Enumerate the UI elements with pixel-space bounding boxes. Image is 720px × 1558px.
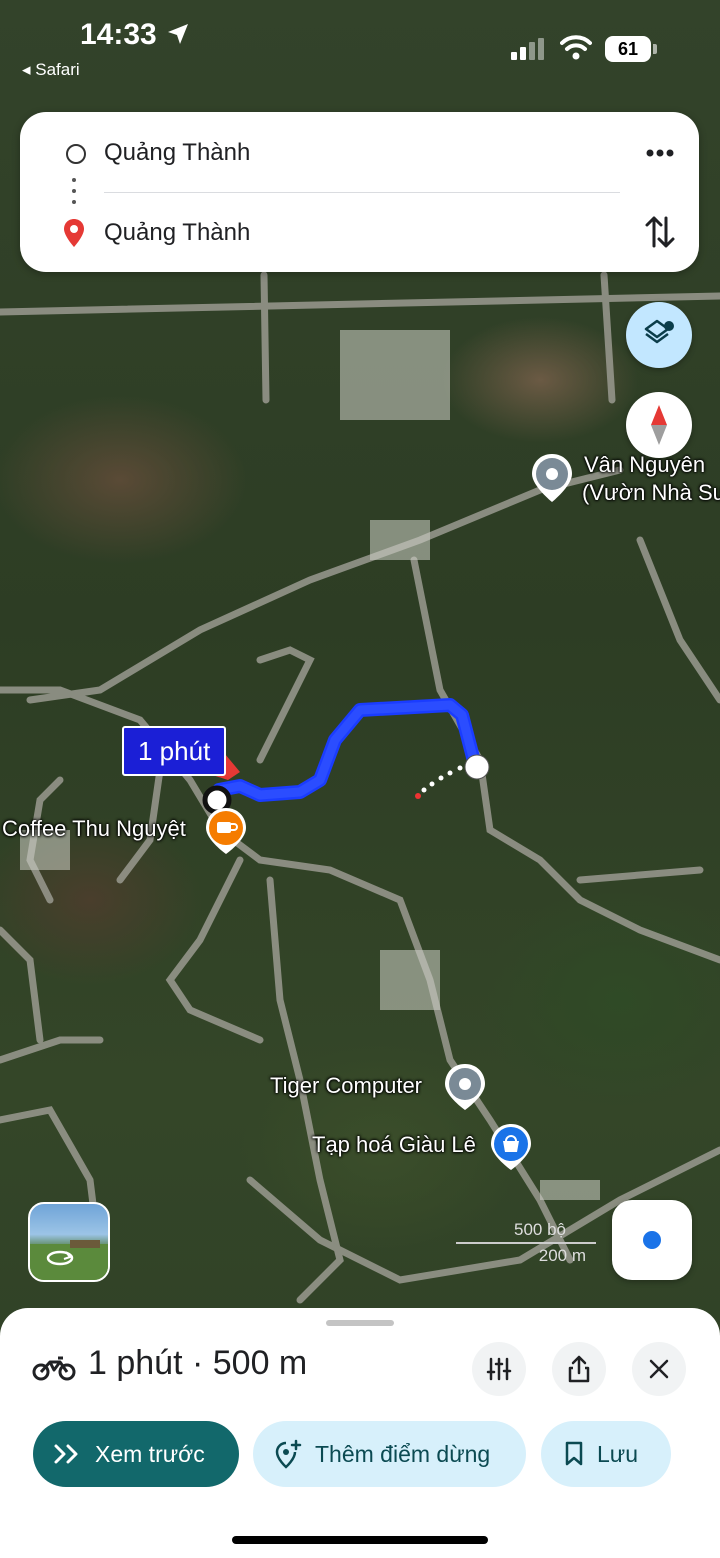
poi-tap-hoa-label: Tạp hoá Giàu Lê	[312, 1132, 476, 1157]
poi-van-nguyen-label-2: (Vườn Nhà Su	[582, 480, 720, 505]
scale-top-label: 500 bộ	[514, 1220, 566, 1239]
compass-icon	[651, 405, 667, 445]
close-icon	[649, 1359, 669, 1379]
preview-label: Xem trước	[95, 1440, 205, 1467]
add-stop-button[interactable]: Thêm điểm dừng	[253, 1421, 526, 1487]
layers-icon	[644, 319, 674, 344]
add-stop-label: Thêm điểm dừng	[315, 1440, 491, 1467]
battery-icon: 61	[605, 36, 651, 62]
eta-bubble[interactable]: 1 phút	[122, 726, 227, 776]
share-button[interactable]	[552, 1342, 606, 1396]
location-arrow-icon	[168, 24, 188, 44]
close-button[interactable]	[632, 1342, 686, 1396]
sheet-grabber[interactable]	[326, 1320, 394, 1326]
route-dots-icon	[72, 178, 77, 211]
directions-sheet: 1 phút · 500 m Xem trước Thêm điểm dừng …	[0, 1308, 720, 1558]
poi-pin-icon	[445, 1064, 485, 1110]
route-summary: 1 phút · 500 m	[88, 1344, 308, 1382]
origin-field[interactable]: Quảng Thành	[104, 139, 250, 167]
destination-field[interactable]: Quảng Thành	[104, 219, 250, 247]
swap-icon[interactable]	[642, 212, 678, 252]
shopping-icon	[491, 1124, 531, 1170]
street-view-thumbnail[interactable]	[28, 1202, 110, 1282]
preview-button[interactable]: Xem trước	[33, 1421, 239, 1487]
coffee-icon	[206, 808, 246, 854]
map-scale: 500 bộ 200 m	[456, 1220, 596, 1266]
back-to-safari[interactable]: ◂ Safari	[22, 60, 80, 80]
rotate-360-icon	[30, 1240, 108, 1280]
add-stop-icon	[275, 1439, 302, 1469]
chevrons-icon	[54, 1444, 78, 1464]
origin-circle-icon	[66, 144, 86, 164]
wifi-icon	[560, 35, 592, 60]
share-icon	[568, 1355, 590, 1383]
signal-icon	[511, 38, 544, 60]
route-card: Quảng Thành Quảng Thành	[20, 112, 699, 272]
compass-button[interactable]	[626, 392, 692, 458]
route-options-button[interactable]	[472, 1342, 526, 1396]
poi-coffee-label: Coffee Thu Nguyệt	[2, 816, 186, 841]
motorbike-icon	[32, 1356, 76, 1381]
poi-tiger-label: Tiger Computer	[270, 1073, 423, 1098]
options-icon	[486, 1357, 512, 1381]
status-time: 14:33	[80, 18, 157, 51]
status-bar: 14:33 ◂ Safari 61	[0, 0, 720, 90]
poi-pin-icon	[532, 454, 572, 502]
layers-button[interactable]	[626, 302, 692, 368]
recenter-icon	[643, 1231, 661, 1249]
recenter-button[interactable]	[612, 1200, 692, 1280]
more-icon[interactable]	[640, 138, 680, 168]
scale-bottom-label: 200 m	[538, 1246, 586, 1265]
save-label: Lưu	[597, 1440, 638, 1467]
save-button[interactable]: Lưu	[541, 1421, 671, 1487]
home-indicator[interactable]	[232, 1536, 488, 1544]
destination-pin-icon	[64, 219, 84, 247]
poi-van-nguyen-label: Vân Nguyên	[584, 452, 706, 477]
divider	[104, 192, 620, 193]
bookmark-icon	[565, 1441, 583, 1466]
